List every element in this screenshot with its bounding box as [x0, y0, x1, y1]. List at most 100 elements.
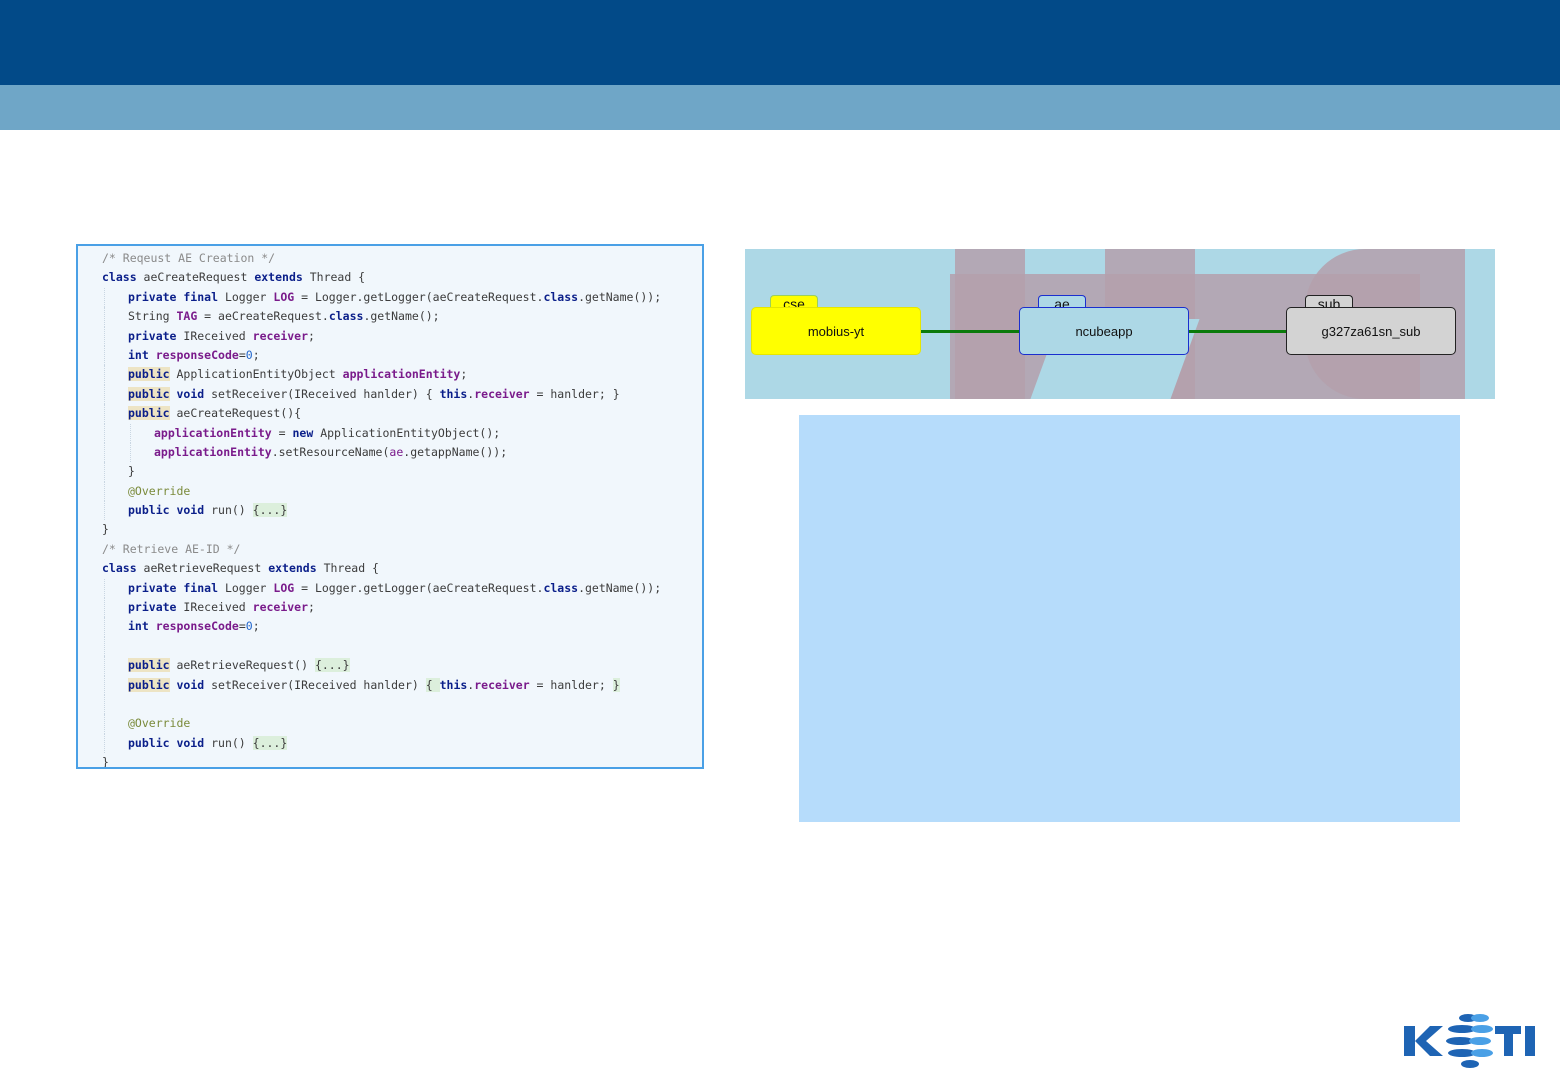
code-token: void — [169, 386, 205, 401]
code-text: private final Logger LOG = Logger.getLog… — [128, 579, 661, 598]
code-token: private — [128, 600, 177, 615]
code-token: ae — [389, 444, 404, 459]
code-line: } — [78, 520, 702, 539]
header-bar — [0, 0, 1560, 85]
indent-guide — [104, 694, 105, 715]
code-token: public void — [128, 735, 205, 750]
code-text: public aeRetrieveRequest() {...} — [128, 656, 350, 675]
code-token: aeRetrieveRequest() — [169, 658, 315, 673]
code-line — [78, 636, 702, 657]
code-token: new — [292, 425, 314, 440]
code-text: @Override — [128, 714, 190, 733]
info-panel — [799, 415, 1460, 822]
code-text: private IReceived receiver; — [128, 327, 315, 346]
code-text: applicationEntity = new ApplicationEntit… — [154, 424, 500, 443]
code-text: private final Logger LOG = Logger.getLog… — [128, 288, 661, 307]
cse-node[interactable]: mobius-yt — [751, 307, 921, 355]
code-token: .getName(); — [363, 309, 440, 324]
code-panel: /* Reqeust AE Creation */ class aeCreateR… — [76, 244, 704, 769]
resource-diagram: cse mobius-yt ae ncubeapp sub g327za61sn… — [745, 249, 1495, 399]
indent-guide — [104, 733, 105, 754]
indent-guide — [104, 675, 105, 695]
code-text: applicationEntity.setResourceName(ae.get… — [154, 443, 507, 462]
code-line: @Override — [78, 481, 702, 502]
code-token: /* Retrieve AE-ID */ — [102, 541, 241, 556]
code-line: public void run() {...} — [78, 501, 702, 521]
code-token: run() — [204, 503, 253, 518]
sub-header-bar — [0, 85, 1560, 130]
indent-guide — [104, 501, 105, 521]
code-token: public — [128, 367, 170, 382]
code-token: extends — [268, 561, 317, 576]
code-token: applicationEntity — [154, 444, 272, 459]
indent-guide — [130, 423, 131, 443]
indent-guide — [104, 404, 105, 424]
code-token: responseCode — [155, 347, 239, 362]
code-token: 0 — [245, 619, 253, 634]
keti-logo-mark — [1404, 1014, 1535, 1068]
indent-guide — [104, 636, 105, 657]
indent-guide — [104, 326, 105, 346]
code-token: public — [128, 406, 170, 421]
indent-guide — [104, 714, 105, 734]
code-line: public aeCreateRequest(){ — [78, 404, 702, 424]
code-token: extends — [254, 270, 303, 285]
code-token: .getappName()); — [403, 444, 508, 459]
code-line: class aeRetrieveRequest extends Thread { — [78, 559, 702, 578]
code-token: this — [439, 386, 468, 401]
code-token: { — [425, 677, 440, 692]
code-token: @Override — [128, 716, 191, 731]
indent-guide — [104, 481, 105, 502]
ae-node[interactable]: ncubeapp — [1019, 307, 1189, 355]
code-line: public void setReceiver(IReceived hanlde… — [78, 675, 702, 695]
code-token: class — [543, 289, 579, 304]
code-token: aeCreateRequest(){ — [169, 406, 302, 421]
sub-node[interactable]: g327za61sn_sub — [1286, 307, 1456, 355]
code-token: } — [612, 677, 620, 692]
code-token: applicationEntity — [342, 367, 461, 382]
code-token: setReceiver(IReceived hanlder) — [204, 677, 426, 692]
code-token: ; — [308, 600, 315, 615]
indent-guide — [104, 578, 105, 599]
code-token: String — [128, 309, 177, 324]
code-line: private final Logger LOG = Logger.getLog… — [78, 578, 702, 599]
indent-guide — [104, 307, 105, 327]
code-line: } — [78, 462, 702, 482]
code-token: .setResourceName( — [271, 444, 390, 459]
code-text: } — [128, 462, 135, 481]
code-token: LOG — [273, 580, 295, 595]
code-token: receiver — [474, 386, 530, 401]
code-token: class — [102, 561, 137, 576]
code-token: private final — [128, 580, 219, 595]
code-text: class aeCreateRequest extends Thread { — [102, 268, 365, 287]
code-token: 0 — [245, 347, 253, 362]
code-text: String TAG = aeCreateRequest.class.getNa… — [128, 307, 440, 326]
code-token: {...} — [314, 658, 350, 673]
code-line: /* Reqeust AE Creation */ — [78, 249, 702, 268]
code-token: Thread { — [302, 270, 366, 285]
code-token: = Logger.getLogger(aeCreateRequest. — [294, 289, 544, 304]
code-token: = aeCreateRequest. — [197, 309, 329, 324]
code-line: int responseCode=0; — [78, 617, 702, 637]
code-text: public aeCreateRequest(){ — [128, 404, 301, 423]
code-token: /* Reqeust AE Creation */ — [102, 251, 276, 265]
code-token: LOG — [273, 289, 295, 304]
indent-guide — [104, 656, 105, 676]
code-token: @Override — [128, 483, 191, 498]
code-line: applicationEntity = new ApplicationEntit… — [78, 423, 702, 443]
code-token: {...} — [252, 503, 288, 518]
indent-guide — [104, 287, 105, 308]
keti-logo — [1400, 1010, 1540, 1072]
code-token: {...} — [252, 735, 288, 750]
code-text: /* Reqeust AE Creation */ — [102, 249, 275, 268]
code-line: public ApplicationEntityObject applicati… — [78, 365, 702, 385]
code-line: private IReceived receiver; — [78, 598, 702, 618]
code-token: public — [128, 658, 170, 673]
code-token: aeCreateRequest — [136, 270, 255, 285]
indent-guide — [130, 442, 131, 463]
code-line — [78, 694, 702, 715]
code-token: IReceived — [176, 328, 253, 343]
code-token: Logger — [218, 580, 274, 595]
